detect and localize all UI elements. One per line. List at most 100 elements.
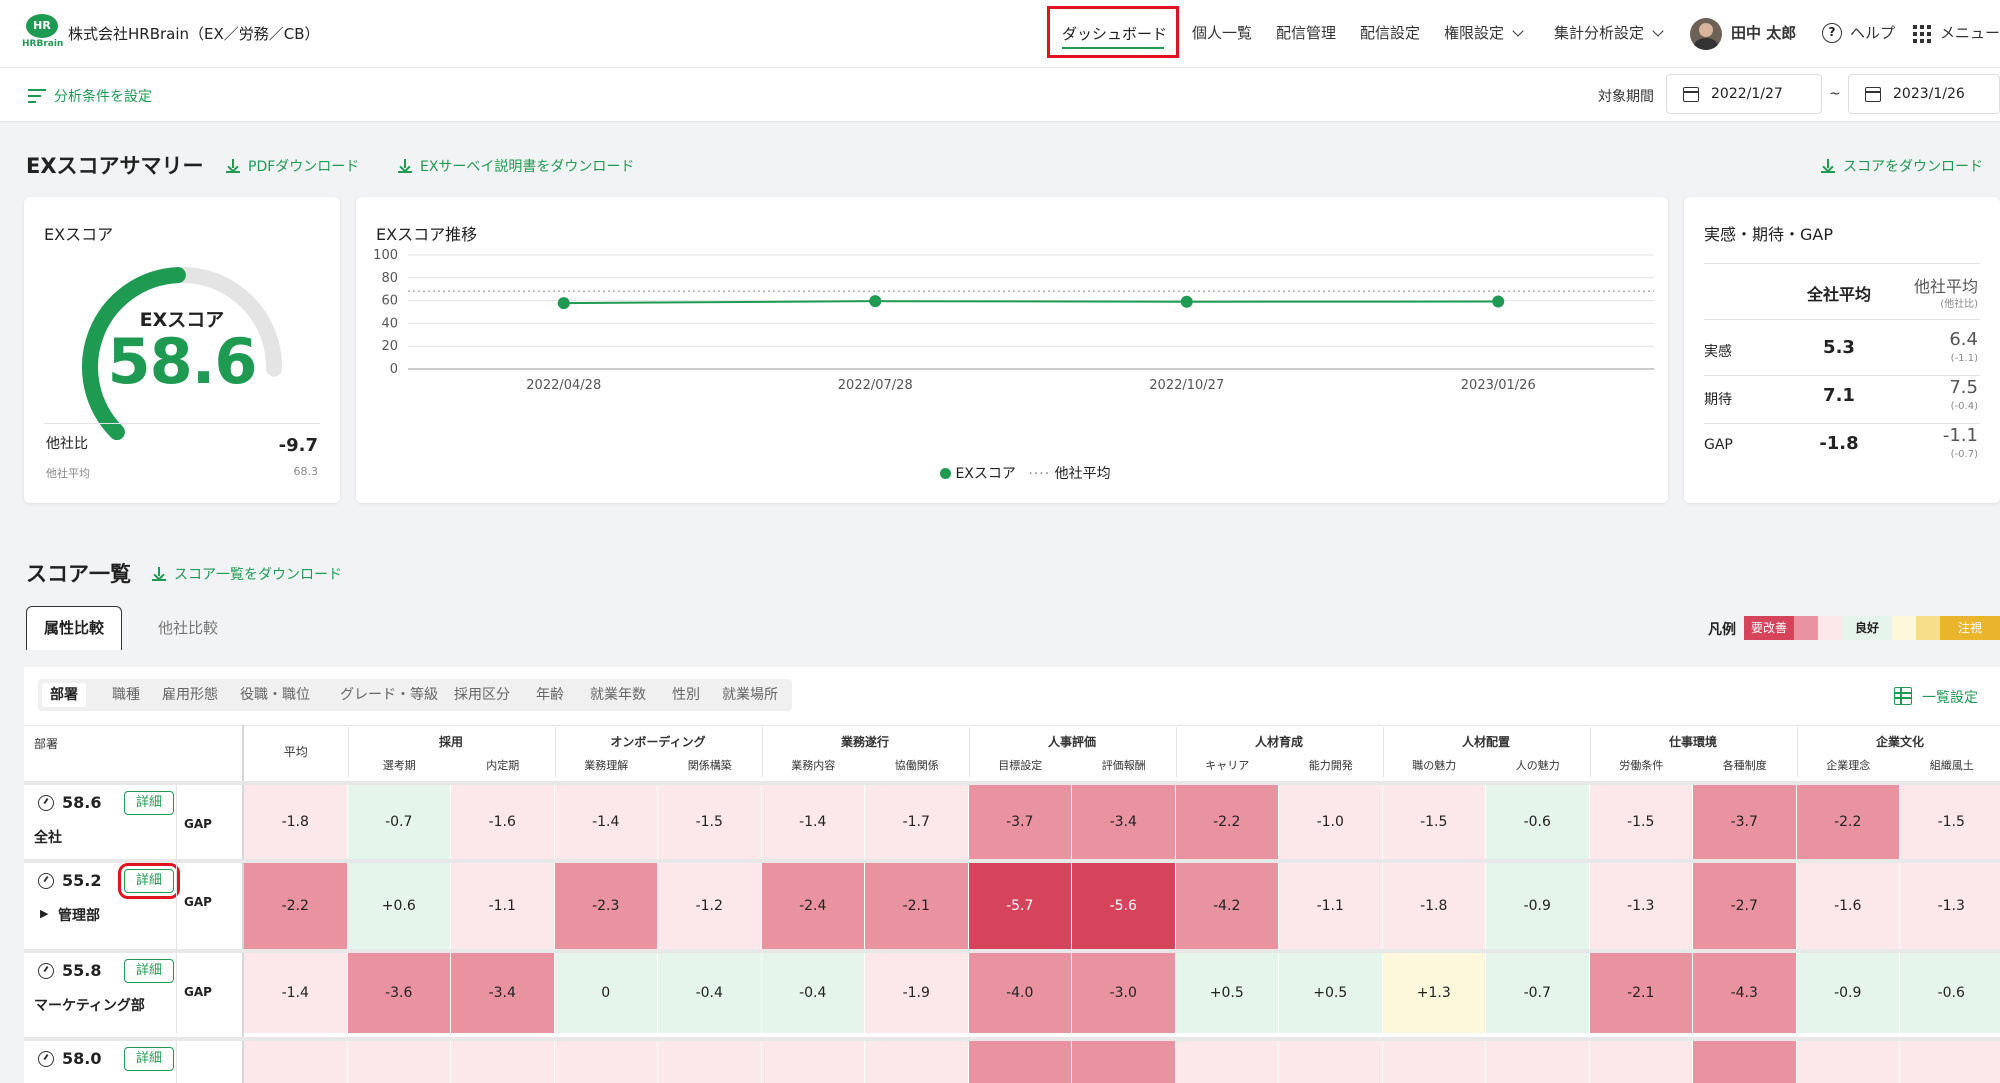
list-settings-link[interactable]: 一覧設定 xyxy=(1922,687,1978,707)
score-cell[interactable]: -3.0 xyxy=(1072,953,1175,1033)
score-cell[interactable]: -1.3 xyxy=(1900,863,2000,949)
score-download-link[interactable]: スコアをダウンロード xyxy=(1821,156,1983,176)
score-cell[interactable] xyxy=(451,1041,554,1083)
score-cell[interactable]: -1.5 xyxy=(1589,785,1692,859)
score-cell[interactable]: -3.4 xyxy=(1072,785,1175,859)
menu-grid-icon[interactable] xyxy=(1913,25,1931,43)
score-cell[interactable] xyxy=(1900,1041,2000,1083)
score-cell[interactable]: -5.6 xyxy=(1072,863,1175,949)
score-cell[interactable]: -3.7 xyxy=(1693,785,1796,859)
score-cell[interactable]: -1.5 xyxy=(1382,785,1485,859)
score-cell[interactable] xyxy=(865,1041,968,1083)
nav-distribution-management[interactable]: 配信管理 xyxy=(1276,22,1336,43)
score-cell[interactable] xyxy=(1693,1041,1796,1083)
score-cell[interactable] xyxy=(554,1041,657,1083)
score-cell[interactable]: -3.7 xyxy=(968,785,1071,859)
score-cell[interactable]: -1.9 xyxy=(865,953,968,1033)
analysis-conditions-button[interactable]: 分析条件を設定 xyxy=(54,86,152,106)
score-list-download-link[interactable]: スコア一覧をダウンロード xyxy=(152,564,342,584)
score-cell[interactable] xyxy=(1382,1041,1485,1083)
score-cell[interactable]: -0.7 xyxy=(347,785,450,859)
filter-tab[interactable]: 役職・職位 xyxy=(232,683,318,707)
avg-cell[interactable]: -1.4 xyxy=(244,953,347,1033)
guide-download-link[interactable]: EXサーベイ説明書をダウンロード xyxy=(398,156,634,176)
data-point[interactable] xyxy=(869,295,882,308)
date-to-input[interactable]: 2023/1/26 xyxy=(1848,74,2000,114)
score-cell[interactable]: -2.1 xyxy=(865,863,968,949)
filter-tab[interactable]: 雇用形態 xyxy=(154,683,226,707)
hrbrain-logo[interactable]: HR HRBrain xyxy=(22,14,63,50)
filter-tab[interactable]: 就業場所 xyxy=(714,683,786,707)
data-point[interactable] xyxy=(1492,295,1505,308)
score-cell[interactable] xyxy=(1486,1041,1589,1083)
score-cell[interactable]: -1.0 xyxy=(1279,785,1382,859)
score-cell[interactable]: -0.9 xyxy=(1486,863,1589,949)
filter-tab[interactable]: 就業年数 xyxy=(582,683,654,707)
score-cell[interactable]: +0.5 xyxy=(1175,953,1278,1033)
help-link[interactable]: ヘルプ xyxy=(1850,22,1895,43)
score-cell[interactable] xyxy=(1072,1041,1175,1083)
filter-tab[interactable]: 採用区分 xyxy=(446,683,518,707)
detail-button[interactable]: 詳細 xyxy=(124,1047,174,1071)
filter-tab[interactable]: 性別 xyxy=(664,683,708,707)
score-cell[interactable]: -2.3 xyxy=(554,863,657,949)
score-cell[interactable]: -0.6 xyxy=(1900,953,2000,1033)
score-cell[interactable]: -3.4 xyxy=(451,953,554,1033)
score-cell[interactable] xyxy=(1279,1041,1382,1083)
avg-cell[interactable] xyxy=(244,1041,347,1083)
score-cell[interactable] xyxy=(1175,1041,1278,1083)
score-cell[interactable] xyxy=(1589,1041,1692,1083)
score-cell[interactable]: -4.3 xyxy=(1693,953,1796,1033)
score-cell[interactable]: -1.4 xyxy=(554,785,657,859)
score-cell[interactable]: -0.4 xyxy=(658,953,761,1033)
score-cell[interactable]: -0.6 xyxy=(1486,785,1589,859)
score-cell[interactable]: -1.5 xyxy=(658,785,761,859)
score-cell[interactable]: -4.0 xyxy=(968,953,1071,1033)
score-cell[interactable]: -0.9 xyxy=(1796,953,1899,1033)
score-cell[interactable] xyxy=(968,1041,1071,1083)
detail-button[interactable]: 詳細 xyxy=(118,863,180,899)
score-cell[interactable]: -1.8 xyxy=(1382,863,1485,949)
nav-distribution-settings[interactable]: 配信設定 xyxy=(1360,22,1420,43)
table-settings-icon[interactable] xyxy=(1894,687,1912,705)
avg-cell[interactable]: -2.2 xyxy=(244,863,347,949)
score-cell[interactable]: -1.1 xyxy=(1279,863,1382,949)
score-cell[interactable]: -1.7 xyxy=(865,785,968,859)
avg-cell[interactable]: -1.8 xyxy=(244,785,347,859)
score-cell[interactable]: -5.7 xyxy=(968,863,1071,949)
menu-link[interactable]: メニュー xyxy=(1940,22,2000,43)
score-cell[interactable]: -2.4 xyxy=(761,863,864,949)
score-cell[interactable]: -1.3 xyxy=(1589,863,1692,949)
date-from-input[interactable]: 2022/1/27 xyxy=(1666,74,1822,114)
score-cell[interactable]: +0.5 xyxy=(1279,953,1382,1033)
score-cell[interactable]: -0.7 xyxy=(1486,953,1589,1033)
score-cell[interactable]: -0.4 xyxy=(761,953,864,1033)
score-cell[interactable]: -2.7 xyxy=(1693,863,1796,949)
filter-tab[interactable]: グレード・等級 xyxy=(332,683,446,707)
detail-button[interactable]: 詳細 xyxy=(124,791,174,815)
score-cell[interactable] xyxy=(658,1041,761,1083)
score-cell[interactable]: -2.2 xyxy=(1175,785,1278,859)
score-cell[interactable]: -1.4 xyxy=(761,785,864,859)
pdf-download-link[interactable]: PDFダウンロード xyxy=(226,156,359,176)
expand-caret-icon[interactable]: ▶ xyxy=(40,907,48,920)
score-cell[interactable]: -1.6 xyxy=(1796,863,1899,949)
score-cell[interactable] xyxy=(1796,1041,1899,1083)
filter-icon[interactable] xyxy=(28,89,46,103)
score-cell[interactable]: -1.1 xyxy=(451,863,554,949)
data-point[interactable] xyxy=(1180,295,1193,308)
score-cell[interactable]: -1.5 xyxy=(1900,785,2000,859)
nav-dashboard[interactable]: ダッシュボード xyxy=(1047,6,1179,58)
score-cell[interactable]: 0 xyxy=(554,953,657,1033)
score-cell[interactable]: -2.2 xyxy=(1796,785,1899,859)
nav-permission-settings[interactable]: 権限設定 xyxy=(1444,22,1524,43)
user-avatar[interactable] xyxy=(1690,18,1722,50)
tab-attribute-compare[interactable]: 属性比較 xyxy=(26,606,122,650)
score-cell[interactable]: +0.6 xyxy=(347,863,450,949)
filter-tab[interactable]: 職種 xyxy=(104,683,148,707)
score-cell[interactable]: -1.6 xyxy=(451,785,554,859)
score-cell[interactable]: -1.2 xyxy=(658,863,761,949)
score-cell[interactable] xyxy=(761,1041,864,1083)
user-name[interactable]: 田中 太郎 xyxy=(1731,22,1796,43)
tab-other-company-compare[interactable]: 他社比較 xyxy=(140,606,236,650)
